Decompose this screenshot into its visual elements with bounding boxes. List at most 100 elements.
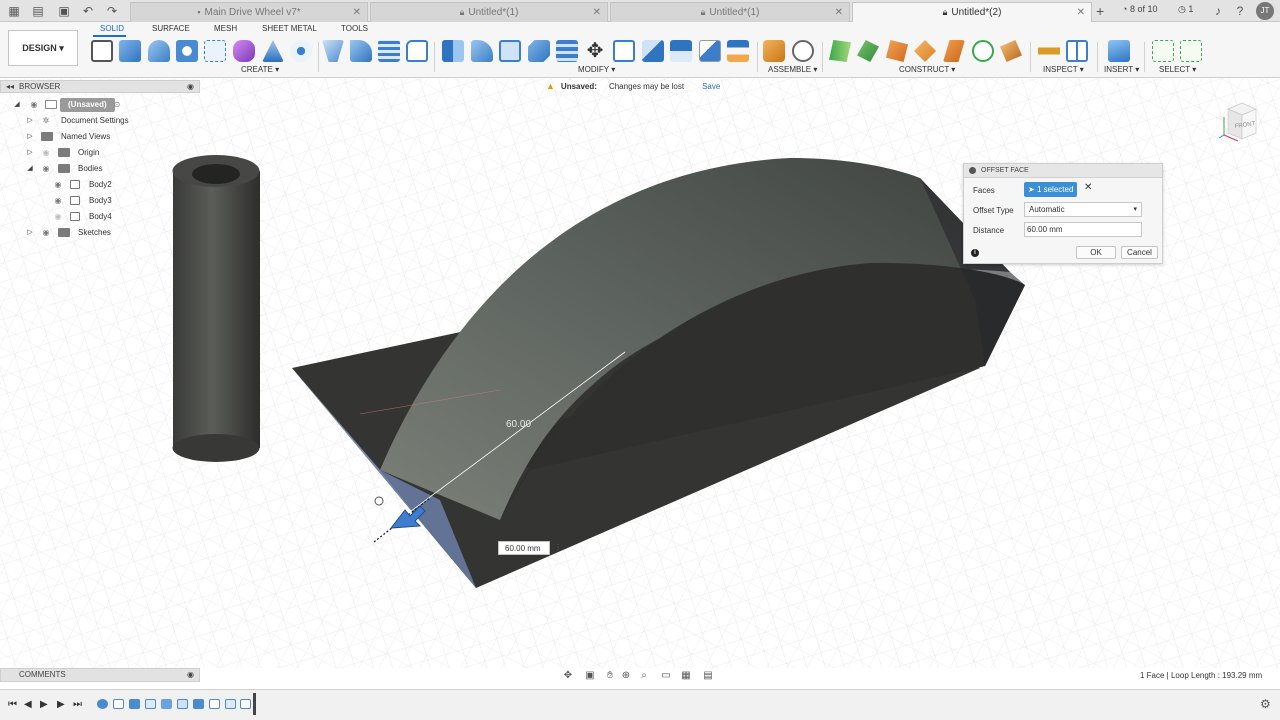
workspace-switcher[interactable]: DESIGN ▾ <box>8 30 78 66</box>
expand-toggle-icon[interactable]: ▷ <box>25 146 35 160</box>
file-menu-icon[interactable]: ▤ <box>30 3 46 19</box>
insert-group-label[interactable]: INSERT ▾ <box>1104 65 1139 74</box>
expand-toggle-icon[interactable]: ◢ <box>12 98 22 112</box>
offset-face-icon[interactable] <box>556 40 578 62</box>
plane-at-angle-icon[interactable] <box>857 40 879 62</box>
tree-item-sketches[interactable]: ▷ ◉ Sketches <box>0 226 200 240</box>
extrude-icon[interactable] <box>119 40 141 62</box>
expand-toggle-icon[interactable]: ▷ <box>25 114 35 128</box>
expand-toggle-icon[interactable]: ◢ <box>25 162 35 176</box>
expand-toggle-icon[interactable]: ▷ <box>25 226 35 240</box>
grid-settings-icon[interactable]: ▦ <box>680 670 692 682</box>
visibility-icon[interactable]: ◉ <box>53 194 63 208</box>
offset-type-select[interactable]: Automatic ▾ <box>1024 202 1142 217</box>
split-body-icon[interactable] <box>642 40 664 62</box>
document-tab[interactable]: ▪ Main Drive Wheel v7* ✕ <box>130 2 368 22</box>
tree-item-origin[interactable]: ▷ ◉ Origin <box>0 146 200 160</box>
timeline-feature[interactable] <box>209 699 220 709</box>
avatar[interactable]: JT <box>1256 2 1274 20</box>
axis-icon[interactable] <box>972 40 994 62</box>
move-copy-icon[interactable]: ✥ <box>584 40 606 62</box>
midplane-icon[interactable] <box>914 40 936 62</box>
timeline-feature[interactable] <box>97 699 108 709</box>
create-group-label[interactable]: CREATE ▾ <box>241 65 279 74</box>
tab-solid[interactable]: SOLID <box>100 24 124 33</box>
tree-item-body[interactable]: ◉ Body4 <box>0 210 200 224</box>
close-icon[interactable]: ✕ <box>1077 3 1085 22</box>
press-pull-icon[interactable] <box>322 40 344 62</box>
tab-mesh[interactable]: MESH <box>214 24 237 33</box>
timeline-feature[interactable] <box>225 699 236 709</box>
zoom-icon[interactable]: ⊕ <box>620 670 632 682</box>
document-tab[interactable]: 🔒︎ Untitled*(1) ✕ <box>610 2 850 22</box>
clear-selection-button[interactable]: ✕ <box>1084 182 1092 193</box>
timeline-feature[interactable] <box>145 699 156 709</box>
document-tab-active[interactable]: 🔒︎ Untitled*(2) ✕ <box>852 2 1092 22</box>
undo-icon[interactable]: ↶ <box>80 3 96 19</box>
notifications[interactable]: ◷ 1 <box>1178 4 1193 15</box>
save-link[interactable]: Save <box>702 82 720 91</box>
select-mode-icon[interactable] <box>1180 40 1202 62</box>
window-select-icon[interactable] <box>1152 40 1174 62</box>
more-options-icon[interactable]: ⋮ <box>554 541 562 555</box>
timeline-feature[interactable] <box>113 699 124 709</box>
chamfer-icon[interactable] <box>471 40 493 62</box>
timeline-feature[interactable] <box>240 699 251 709</box>
document-tab[interactable]: 🔒︎ Untitled*(1) ✕ <box>370 2 608 22</box>
point-icon[interactable] <box>1000 40 1022 62</box>
assemble-group-label[interactable]: ASSEMBLE ▾ <box>768 65 817 74</box>
play-icon[interactable]: ▶ <box>40 699 48 710</box>
view-cube[interactable]: FRONT <box>1218 97 1264 143</box>
pin-icon[interactable]: ◉ <box>187 669 194 681</box>
look-at-icon[interactable]: ▣ <box>584 670 596 682</box>
gear-icon[interactable]: ⚙ <box>1260 697 1271 711</box>
ok-button[interactable]: OK <box>1076 246 1116 259</box>
zoom-window-icon[interactable]: ⌕ <box>638 670 650 682</box>
create-form-icon[interactable] <box>233 40 255 62</box>
combine-icon[interactable] <box>528 40 550 62</box>
plane-through-edges-icon[interactable] <box>943 40 965 62</box>
hole-icon[interactable] <box>176 40 198 62</box>
step-back-icon[interactable]: ◀ <box>24 699 32 710</box>
visibility-icon[interactable]: ◉ <box>53 210 63 224</box>
joint-icon[interactable] <box>792 40 814 62</box>
modify-group-label[interactable]: MODIFY ▾ <box>578 65 615 74</box>
collapse-icon[interactable]: ◂◂ <box>6 81 14 93</box>
help-icon[interactable]: ? <box>1232 3 1248 19</box>
browser-header[interactable]: ◂◂ BROWSER ◉ <box>0 80 200 93</box>
tangent-plane-icon[interactable] <box>886 40 908 62</box>
timeline-marker[interactable] <box>253 693 256 715</box>
close-icon[interactable]: ✕ <box>835 3 843 22</box>
timeline-feature[interactable] <box>161 699 172 709</box>
viewports-icon[interactable]: ▤ <box>702 670 714 682</box>
tree-item-document-settings[interactable]: ▷ ✲ Document Settings <box>0 114 200 128</box>
timeline-feature[interactable] <box>193 699 204 709</box>
visibility-icon[interactable]: ◉ <box>53 178 63 192</box>
pin-icon[interactable]: ◉ <box>187 81 194 93</box>
tree-item-body[interactable]: ◉ Body3 <box>0 194 200 208</box>
save-icon[interactable]: ▣ <box>56 3 72 19</box>
fillet-icon[interactable] <box>350 40 372 62</box>
offset-plane-icon[interactable] <box>829 40 851 62</box>
new-component-icon[interactable] <box>763 40 785 62</box>
construct-group-label[interactable]: CONSTRUCT ▾ <box>899 65 955 74</box>
new-tab-button[interactable]: + <box>1096 3 1104 19</box>
close-icon[interactable]: ✕ <box>593 3 601 22</box>
pan-icon[interactable]: ✋︎ <box>604 670 616 682</box>
step-forward-icon[interactable]: ▶ <box>57 699 65 710</box>
orbit-icon[interactable]: ✥ <box>562 670 574 682</box>
draft-icon[interactable] <box>406 40 428 62</box>
tab-tools[interactable]: TOOLS <box>341 24 368 33</box>
display-settings-icon[interactable]: ▭ <box>660 670 672 682</box>
redo-icon[interactable]: ↷ <box>104 3 120 19</box>
canvas-distance-input[interactable]: 60.00 mm ⋮ <box>490 541 566 555</box>
align-icon[interactable] <box>613 40 635 62</box>
select-group-label[interactable]: SELECT ▾ <box>1159 65 1196 74</box>
canvas-distance-field[interactable]: 60.00 mm <box>498 541 550 555</box>
delete-icon[interactable] <box>699 40 721 62</box>
job-status[interactable]: ◔ 8 of 10 <box>1122 4 1157 14</box>
rectangular-pattern-icon[interactable] <box>204 40 226 62</box>
section-analysis-icon[interactable] <box>1066 40 1088 62</box>
create-sketch-icon[interactable] <box>91 40 113 62</box>
go-to-end-icon[interactable]: ⏭ <box>73 699 82 710</box>
